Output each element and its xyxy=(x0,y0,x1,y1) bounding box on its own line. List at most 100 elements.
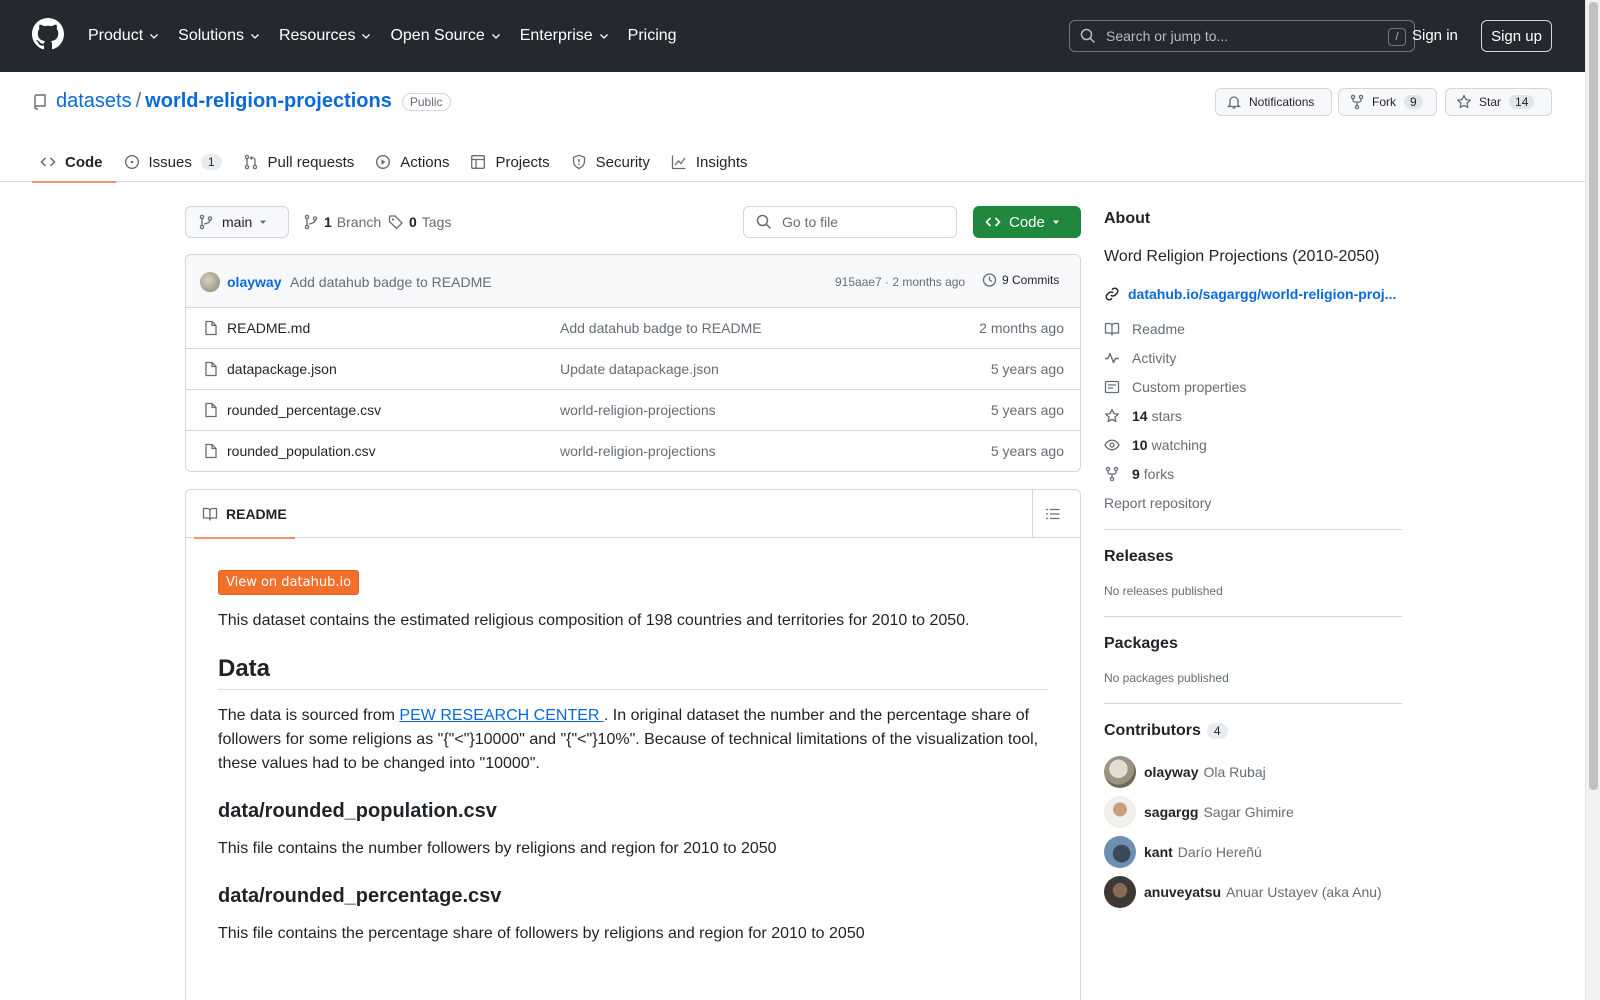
about-title: About xyxy=(1104,210,1151,227)
table-icon xyxy=(471,155,486,169)
list-item[interactable]: anuveyatsu Anuar Ustayev (aka Anu) xyxy=(1104,872,1402,912)
table-row[interactable]: datapackage.json Update datapackage.json… xyxy=(186,349,1080,390)
star-icon xyxy=(1105,408,1119,422)
file-icon xyxy=(205,320,217,336)
tab-projects[interactable]: Projects xyxy=(462,142,562,182)
commit-sha-time[interactable]: 915aae7 · 2 months ago xyxy=(835,275,965,289)
tab-insights[interactable]: Insights xyxy=(663,142,761,182)
tab-security[interactable]: Security xyxy=(563,142,663,182)
repo-name-link[interactable]: world-religion-projections xyxy=(145,90,392,113)
contributor-login: olayway xyxy=(1144,764,1199,780)
avatar[interactable] xyxy=(1104,796,1136,828)
repo-owner-link[interactable]: datasets xyxy=(56,90,132,113)
custom-properties-link[interactable]: Custom properties xyxy=(1104,372,1402,401)
contributors-title[interactable]: Contributors 4 xyxy=(1104,722,1402,740)
nav-enterprise[interactable]: Enterprise xyxy=(520,27,610,45)
chevron-down-icon xyxy=(491,34,500,39)
code-icon xyxy=(40,157,56,167)
watchers-link[interactable]: 10 watching xyxy=(1104,430,1402,459)
tab-issues[interactable]: Issues 1 xyxy=(116,142,235,182)
global-nav: Product Solutions Resources Open Source … xyxy=(88,0,695,72)
datahub-badge[interactable]: View on datahub.io xyxy=(218,570,360,595)
table-row[interactable]: rounded_population.csv world-religion-pr… xyxy=(186,431,1080,471)
avatar[interactable] xyxy=(1104,876,1136,908)
commit-message-link[interactable]: Add datahub badge to README xyxy=(290,274,492,290)
star-button[interactable]: Star 14 xyxy=(1445,88,1552,116)
avatar[interactable] xyxy=(1104,836,1136,868)
code-download-button[interactable]: Code xyxy=(973,206,1081,238)
list-item[interactable]: sagargg Sagar Ghimire xyxy=(1104,792,1402,832)
nav-product[interactable]: Product xyxy=(88,27,160,45)
tag-icon xyxy=(388,215,403,230)
search-shortcut-key: / xyxy=(1388,28,1406,46)
file-date: 5 years ago xyxy=(990,443,1064,459)
page-scrollbar[interactable] xyxy=(1585,0,1600,1000)
activity-link[interactable]: Activity xyxy=(1104,343,1402,372)
nav-pricing[interactable]: Pricing xyxy=(628,27,677,45)
notifications-button[interactable]: Notifications xyxy=(1215,88,1332,116)
tab-actions[interactable]: Actions xyxy=(367,142,462,182)
chevron-down-icon xyxy=(150,34,159,39)
avatar[interactable] xyxy=(200,272,220,292)
fork-button[interactable]: Fork 9 xyxy=(1338,88,1437,116)
file-name-link[interactable]: README.md xyxy=(227,320,310,336)
readme-link[interactable]: Readme xyxy=(1104,314,1402,343)
tab-pull-requests[interactable]: Pull requests xyxy=(235,142,368,182)
nav-label: Pricing xyxy=(627,27,677,44)
star-label: Star xyxy=(1479,95,1502,109)
github-logo-icon[interactable] xyxy=(32,18,64,50)
contributor-name: Anuar Ustayev (aka Anu) xyxy=(1226,884,1382,900)
packages-title[interactable]: Packages xyxy=(1104,635,1402,653)
file-name-link[interactable]: rounded_percentage.csv xyxy=(227,402,381,418)
outline-button[interactable] xyxy=(1032,490,1072,538)
code-button-label: Code xyxy=(1009,213,1045,231)
stars-link[interactable]: 14 stars xyxy=(1104,401,1402,430)
branch-selector[interactable]: main xyxy=(185,206,289,238)
branch-count: 1 xyxy=(324,214,332,230)
nav-label: Product xyxy=(88,27,144,44)
readme-heading-data: Data xyxy=(218,655,1048,690)
nav-open-source[interactable]: Open Source xyxy=(390,27,501,45)
pew-research-link[interactable]: PEW RESEARCH CENTER xyxy=(399,707,603,724)
tab-code[interactable]: Code xyxy=(32,142,116,183)
report-repository-link[interactable]: Report repository xyxy=(1104,488,1402,517)
sign-up-button[interactable]: Sign up xyxy=(1481,20,1552,52)
play-icon xyxy=(376,154,391,170)
book-icon xyxy=(1104,322,1120,336)
homepage-url: datahub.io/sagargg/world-religion-proj..… xyxy=(1128,286,1397,302)
file-name-link[interactable]: rounded_population.csv xyxy=(227,443,376,459)
chevron-down-icon xyxy=(362,34,371,39)
list-item[interactable]: olayway Ola Rubaj xyxy=(1104,752,1402,792)
list-item[interactable]: kant Darío Hereñú xyxy=(1104,832,1402,872)
list-icon xyxy=(1045,508,1059,520)
search-icon xyxy=(756,214,772,230)
scrollbar-thumb[interactable] xyxy=(1589,2,1598,790)
watching-count: 10 xyxy=(1132,436,1148,453)
file-commit-message[interactable]: Update datapackage.json xyxy=(560,361,719,377)
tags-link[interactable]: 0 Tags xyxy=(388,214,451,230)
caret-down-icon xyxy=(1053,220,1059,224)
homepage-link[interactable]: datahub.io/sagargg/world-religion-proj..… xyxy=(1104,286,1402,302)
nav-resources[interactable]: Resources xyxy=(279,27,372,45)
releases-title[interactable]: Releases xyxy=(1104,548,1402,566)
divider xyxy=(1104,616,1402,617)
file-commit-message[interactable]: Add datahub badge to README xyxy=(560,320,762,336)
table-row[interactable]: README.md Add datahub badge to README 2 … xyxy=(186,308,1080,349)
table-row[interactable]: rounded_percentage.csv world-religion-pr… xyxy=(186,390,1080,431)
commit-author-link[interactable]: olayway xyxy=(227,274,281,290)
contributor-login: anuveyatsu xyxy=(1144,884,1222,900)
file-name-link[interactable]: datapackage.json xyxy=(227,361,337,377)
file-commit-message[interactable]: world-religion-projections xyxy=(560,402,716,418)
tab-readme[interactable]: README xyxy=(194,490,295,539)
nav-solutions[interactable]: Solutions xyxy=(178,27,261,45)
branches-link[interactable]: 1 Branch xyxy=(303,214,381,230)
readme-body: View on datahub.io This dataset contains… xyxy=(186,538,1080,978)
avatar[interactable] xyxy=(1104,756,1136,788)
sign-in-link[interactable]: Sign in xyxy=(1412,27,1458,44)
commits-link[interactable]: 9 Commits xyxy=(981,272,1059,288)
go-to-file-input[interactable]: Go to file xyxy=(743,206,957,238)
forks-link[interactable]: 9 forks xyxy=(1104,459,1402,488)
breadcrumb: datasets / world-religion-projections Pu… xyxy=(32,90,451,113)
search-input[interactable]: Search or jump to... / xyxy=(1069,20,1415,52)
file-commit-message[interactable]: world-religion-projections xyxy=(560,443,716,459)
